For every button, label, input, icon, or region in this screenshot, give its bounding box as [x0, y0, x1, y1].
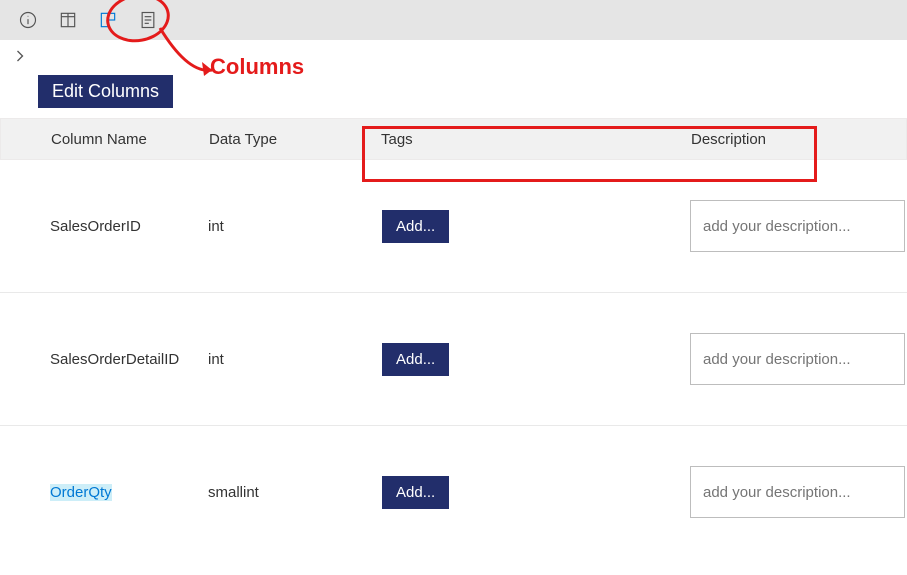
- description-input[interactable]: [690, 333, 905, 385]
- toolbar: [0, 0, 907, 40]
- add-tag-button[interactable]: Add...: [382, 210, 449, 243]
- table-row: SalesOrderID int Add...: [0, 160, 907, 293]
- chevron-right-icon[interactable]: [10, 46, 30, 66]
- header-row: Column Name Data Type Tags Description: [0, 118, 907, 160]
- table-row: OrderQty smallint Add...: [0, 426, 907, 558]
- header-column-name: Column Name: [1, 131, 201, 148]
- header-description: Description: [661, 131, 906, 148]
- column-name-cell: SalesOrderID: [0, 218, 200, 235]
- description-input[interactable]: [690, 200, 905, 252]
- table-icon[interactable]: [48, 0, 88, 40]
- data-type-cell: smallint: [200, 484, 350, 501]
- add-tag-button[interactable]: Add...: [382, 476, 449, 509]
- column-name-cell[interactable]: OrderQty: [0, 484, 200, 501]
- column-name-link[interactable]: OrderQty: [50, 484, 112, 501]
- add-tag-button[interactable]: Add...: [382, 343, 449, 376]
- header-tags: Tags: [351, 131, 661, 148]
- column-name-cell: SalesOrderDetailID: [0, 351, 200, 368]
- data-type-cell: int: [200, 351, 350, 368]
- data-type-cell: int: [200, 218, 350, 235]
- header-data-type: Data Type: [201, 131, 351, 148]
- edit-columns-button[interactable]: Edit Columns: [38, 75, 173, 108]
- collapse-row: [0, 40, 907, 75]
- info-icon[interactable]: [8, 0, 48, 40]
- columns-icon[interactable]: [88, 0, 128, 40]
- description-input[interactable]: [690, 466, 905, 518]
- columns-grid: Column Name Data Type Tags Description S…: [0, 118, 907, 558]
- table-row: SalesOrderDetailID int Add...: [0, 293, 907, 426]
- document-icon[interactable]: [128, 0, 168, 40]
